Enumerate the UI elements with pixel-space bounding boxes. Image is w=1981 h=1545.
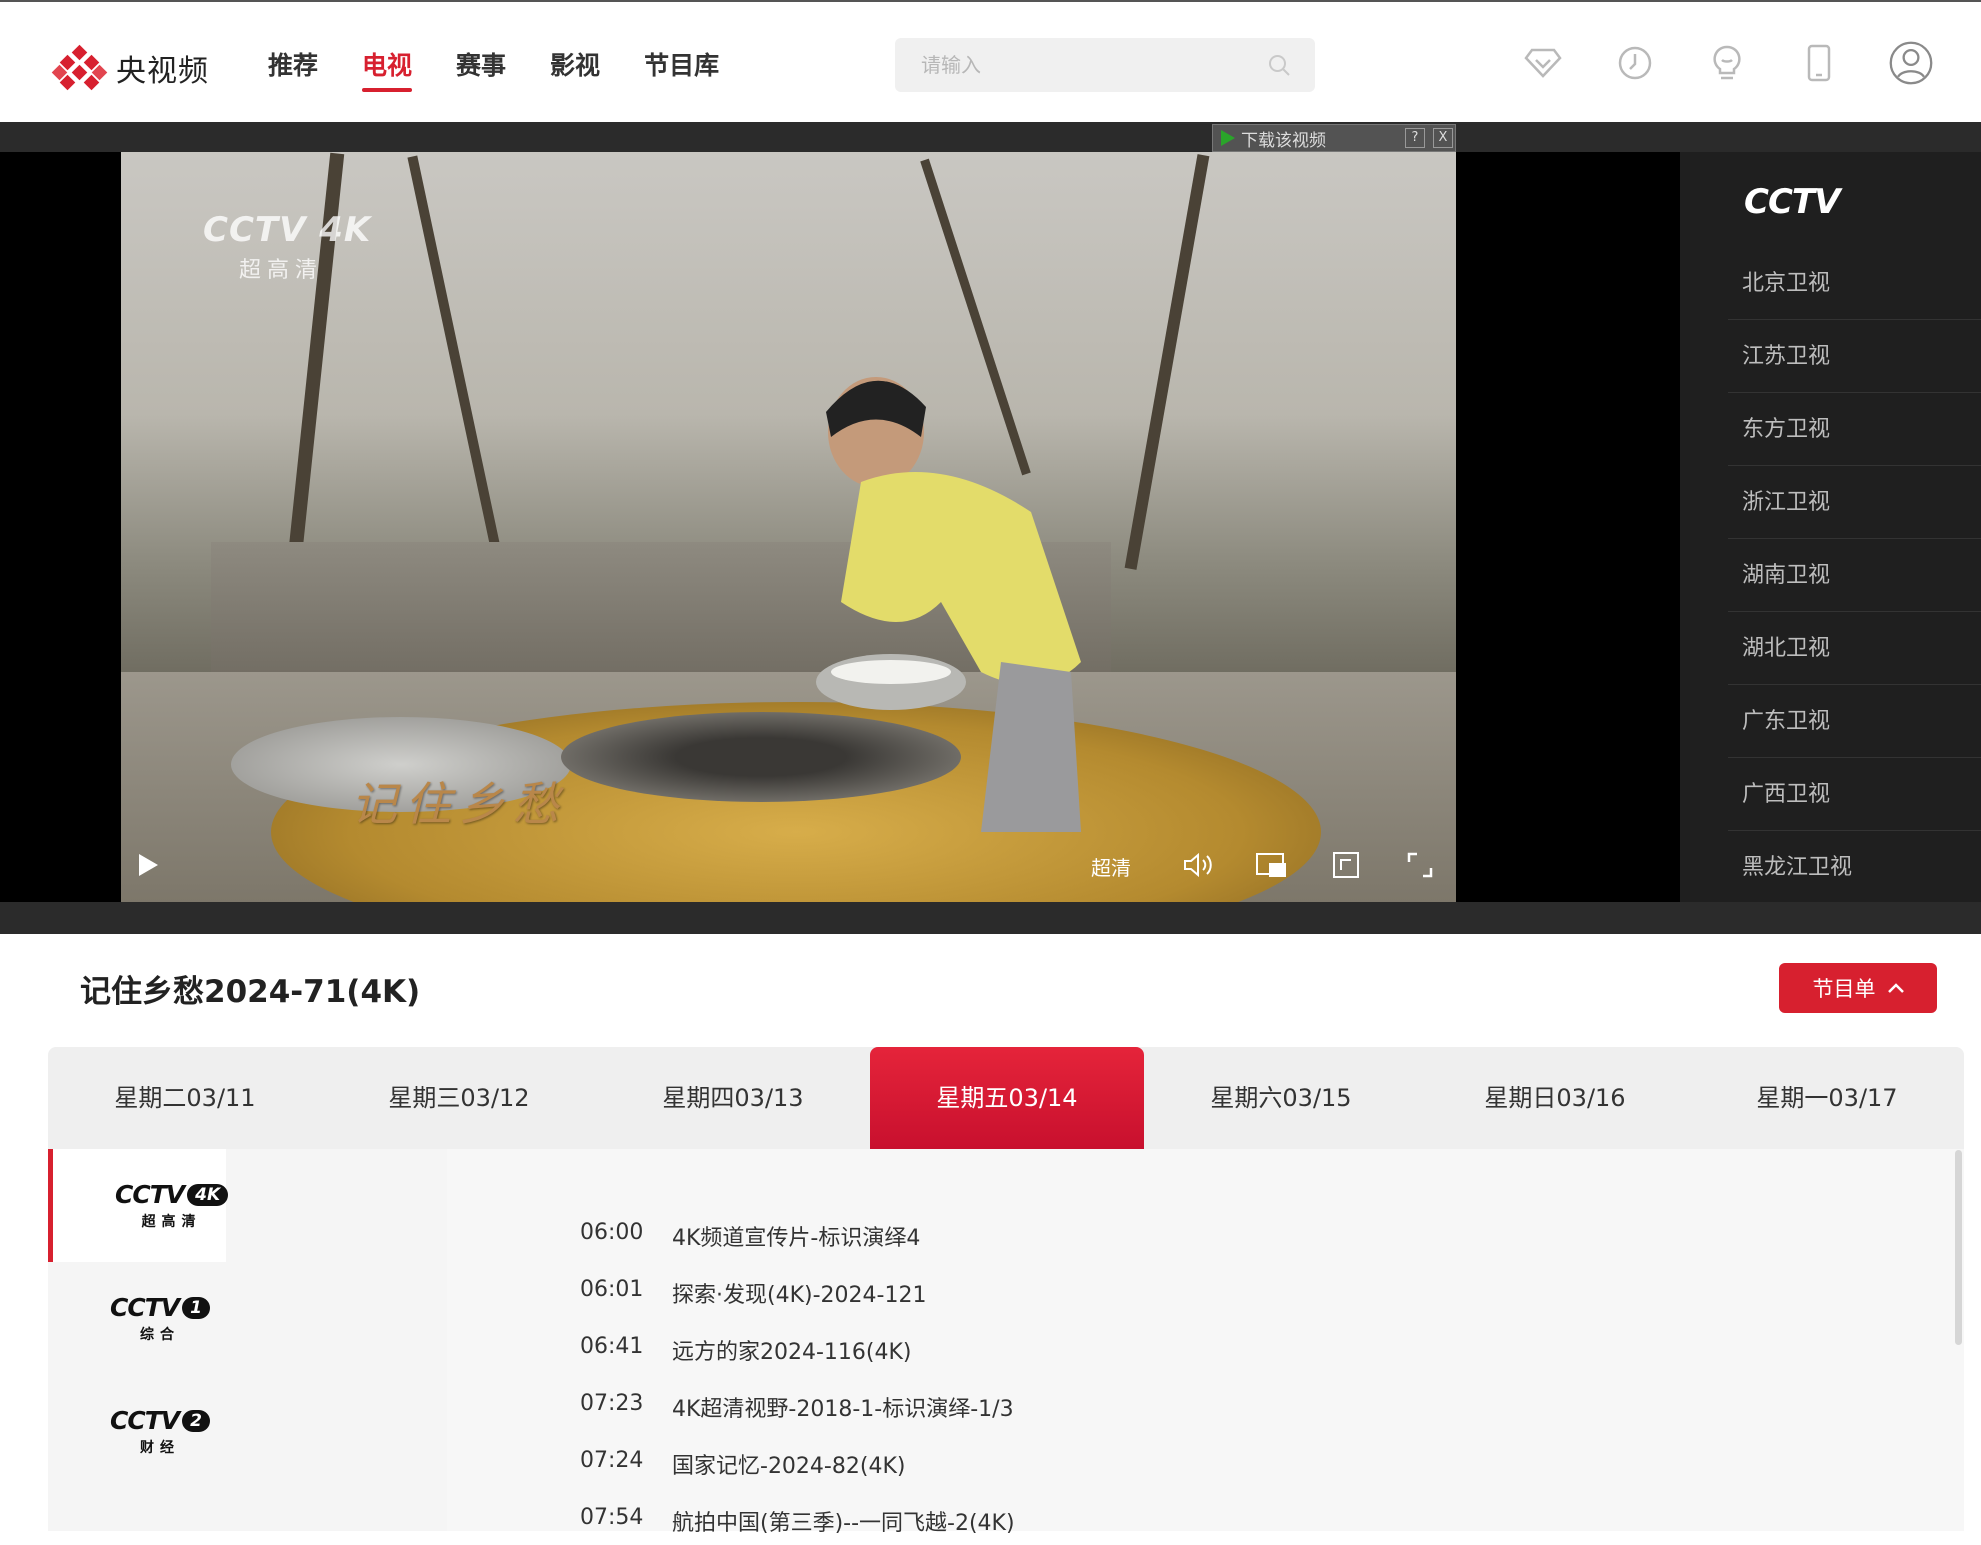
site-logo[interactable]: 央视频 xyxy=(51,44,209,91)
program-title: 记住乡愁2024-71(4K) xyxy=(80,974,421,1010)
schedule-row[interactable]: 07:23 4K超清视野-2018-1-标识演绎-1/3 xyxy=(580,1391,1014,1431)
main-nav: 推荐 电视 赛事 影视 节目库 xyxy=(268,46,719,92)
header-icons xyxy=(1520,40,1934,86)
channel-item-guangdong[interactable]: 广东卫视 xyxy=(1728,685,1981,758)
channel-item-heilongjiang[interactable]: 黑龙江卫视 xyxy=(1728,831,1981,902)
epg-button-label: 节目单 xyxy=(1812,977,1876,1001)
channel-item-hubei[interactable]: 湖北卫视 xyxy=(1728,612,1981,685)
channel-item-zhejiang[interactable]: 浙江卫视 xyxy=(1728,466,1981,539)
tab-day-wed[interactable]: 星期三03/12 xyxy=(322,1047,596,1149)
logo-mark-icon xyxy=(51,44,108,91)
chevron-up-icon xyxy=(1887,983,1904,993)
schedule-row[interactable]: 06:01 探索·发现(4K)-2024-121 xyxy=(580,1277,926,1317)
mobile-phone-icon[interactable] xyxy=(1796,40,1842,86)
fullscreen-icon[interactable] xyxy=(1405,850,1435,880)
cctv2-logo: CCTV 2 财经 xyxy=(110,1406,210,1457)
tab-day-sat[interactable]: 星期六03/15 xyxy=(1144,1047,1418,1149)
search-input[interactable] xyxy=(921,38,1251,92)
video-frame[interactable]: CCTV 4K 超高清 记住乡愁 超清 xyxy=(121,152,1456,902)
epg-channel-cctv1[interactable]: CCTV 1 综合 xyxy=(48,1262,447,1375)
nav-item-events[interactable]: 赛事 xyxy=(456,46,506,92)
channel-item-beijing[interactable]: 北京卫视 xyxy=(1728,247,1981,320)
schedule-row[interactable]: 06:41 远方的家2024-116(4K) xyxy=(580,1334,912,1374)
channel-group-tab[interactable]: CCTV xyxy=(1680,152,1981,247)
video-person-image xyxy=(816,377,1081,832)
logo-text: 央视频 xyxy=(116,54,209,89)
nav-item-movies[interactable]: 影视 xyxy=(550,46,600,92)
schedule-row[interactable]: 06:00 4K频道宣传片-标识演绎4 xyxy=(580,1220,920,1260)
channel-watermark: CCTV 4K 超高清 xyxy=(203,210,372,283)
tab-day-sun[interactable]: 星期日03/16 xyxy=(1418,1047,1692,1149)
tab-day-tue[interactable]: 星期二03/11 xyxy=(48,1047,322,1149)
nav-item-program-library[interactable]: 节目库 xyxy=(644,46,719,92)
epg-channel-cctv2[interactable]: CCTV 2 财经 xyxy=(48,1375,447,1488)
cctv1-logo: CCTV 1 综合 xyxy=(110,1293,210,1344)
nav-item-tv[interactable]: 电视 xyxy=(362,46,413,92)
vip-diamond-icon[interactable] xyxy=(1520,40,1566,86)
epg-toggle-button[interactable]: 节目单 xyxy=(1779,963,1937,1013)
web-fullscreen-icon[interactable] xyxy=(1331,850,1361,880)
search-box xyxy=(895,38,1315,92)
channel-side-list: CCTV 北京卫视 江苏卫视 东方卫视 浙江卫视 湖南卫视 湖北卫视 广东卫视 … xyxy=(1680,152,1981,902)
schedule-row[interactable]: 07:24 国家记忆-2024-82(4K) xyxy=(580,1448,905,1488)
history-clock-icon[interactable] xyxy=(1612,40,1658,86)
quality-selector[interactable]: 超清 xyxy=(1091,852,1131,880)
epg-channel-cctv4k[interactable]: CCTV 4K 超高清 xyxy=(48,1149,229,1262)
channel-item-hunan[interactable]: 湖南卫视 xyxy=(1728,539,1981,612)
channel-item-jiangsu[interactable]: 江苏卫视 xyxy=(1728,320,1981,393)
cctv4k-logo: CCTV 4K 超高清 xyxy=(115,1180,229,1231)
download-close-button[interactable]: X xyxy=(1433,128,1453,148)
picture-in-picture-icon[interactable] xyxy=(1254,850,1288,880)
channel-item-dongfang[interactable]: 东方卫视 xyxy=(1728,393,1981,466)
program-title-overlay: 记住乡愁 xyxy=(351,777,567,831)
top-navigation-bar: 央视频 推荐 电视 赛事 影视 节目库 xyxy=(0,0,1981,122)
schedule-row[interactable]: 07:54 航拍中国(第三季)--一同飞越-2(4K) xyxy=(580,1505,1015,1545)
download-video-bar[interactable]: 下载该视频 ? X xyxy=(1212,124,1456,152)
user-avatar-icon[interactable] xyxy=(1888,40,1934,86)
volume-icon[interactable] xyxy=(1181,850,1215,880)
download-help-button[interactable]: ? xyxy=(1405,128,1425,148)
schedule-scrollbar[interactable] xyxy=(1955,1150,1962,1345)
tab-day-fri[interactable]: 星期五03/14 xyxy=(870,1047,1144,1159)
cctv-logo: CCTV xyxy=(1744,182,1840,222)
day-tabs: 星期二03/11 星期三03/12 星期四03/13 星期五03/14 星期六0… xyxy=(48,1047,1964,1159)
tab-day-mon[interactable]: 星期一03/17 xyxy=(1690,1047,1964,1149)
channel-item-guangxi[interactable]: 广西卫视 xyxy=(1728,758,1981,831)
search-icon[interactable] xyxy=(1267,53,1291,77)
lightbulb-icon[interactable] xyxy=(1704,40,1750,86)
download-play-icon xyxy=(1221,130,1235,146)
download-label: 下载该视频 xyxy=(1241,130,1326,151)
tab-day-thu[interactable]: 星期四03/13 xyxy=(596,1047,870,1149)
play-icon[interactable] xyxy=(133,850,163,880)
nav-item-recommend[interactable]: 推荐 xyxy=(268,46,318,92)
